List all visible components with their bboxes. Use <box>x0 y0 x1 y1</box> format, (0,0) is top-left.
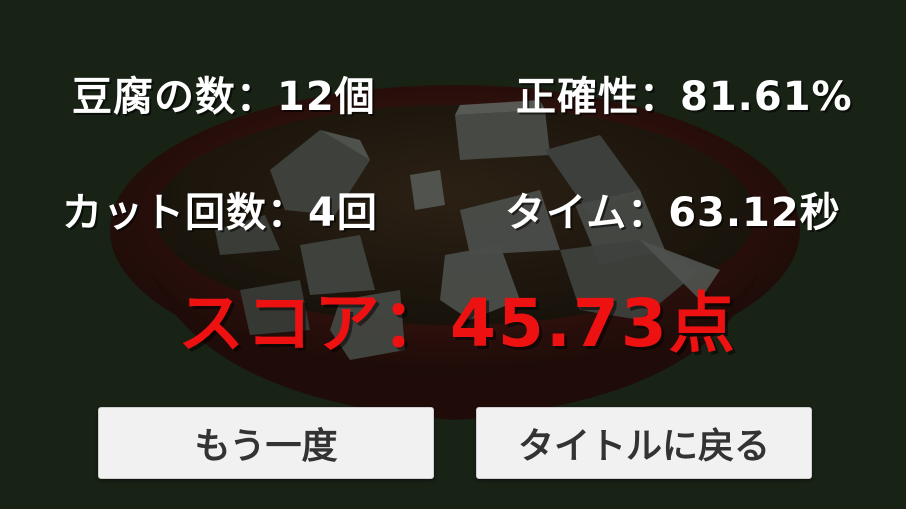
back-to-title-button[interactable]: タイトルに戻る <box>476 407 812 479</box>
cut-count-stat: カット回数：4回 <box>62 190 378 236</box>
final-score: スコア：45.73点 <box>178 285 737 362</box>
retry-button-label: もう一度 <box>194 426 338 467</box>
time-stat: タイム：63.12秒 <box>505 190 841 236</box>
back-to-title-button-label: タイトルに戻る <box>517 426 770 467</box>
tofu-count-stat: 豆腐の数：12個 <box>72 74 376 120</box>
retry-button[interactable]: もう一度 <box>98 407 434 479</box>
accuracy-stat: 正確性：81.61% <box>516 74 853 120</box>
